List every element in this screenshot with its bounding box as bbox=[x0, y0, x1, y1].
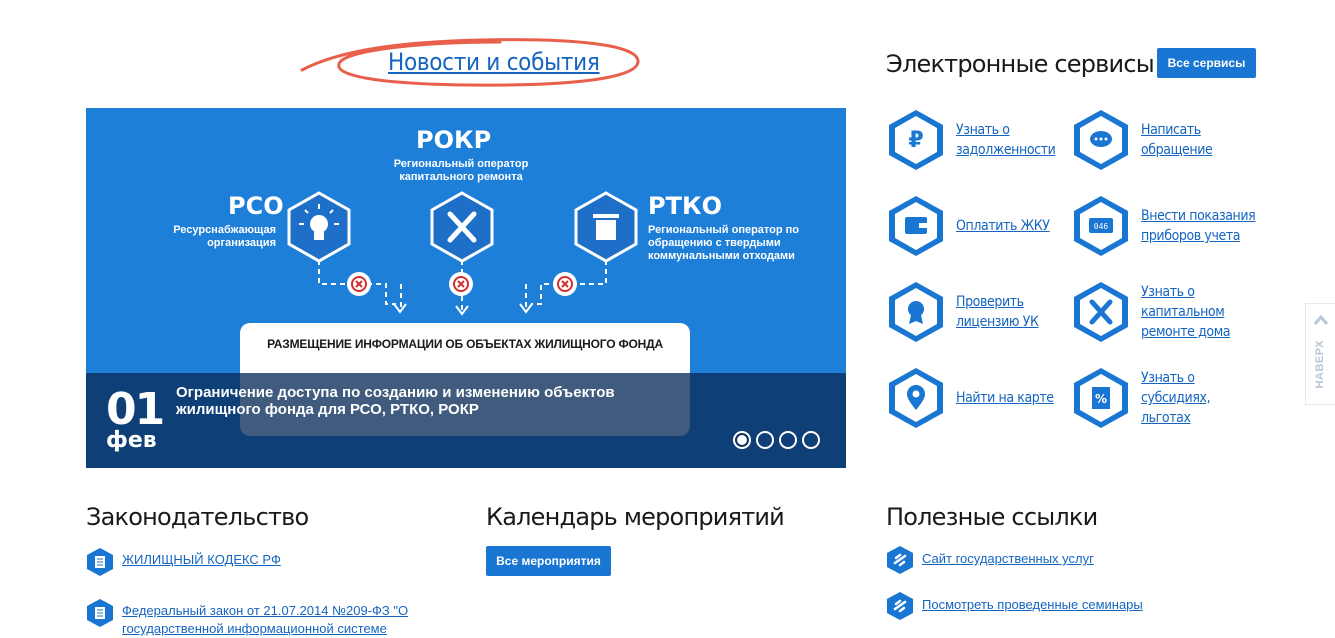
wallet-icon bbox=[889, 196, 943, 256]
useful-link-1[interactable]: Сайт государственных услуг bbox=[922, 545, 1094, 566]
svg-text:%: % bbox=[1095, 392, 1107, 406]
news-slider[interactable]: РОКР Региональный оператор капитального … bbox=[86, 108, 846, 468]
slide-caption[interactable]: Ограничение доступа по созданию и измене… bbox=[176, 384, 636, 418]
service-link[interactable]: Найти на карте bbox=[956, 388, 1054, 408]
service-item[interactable]: ₽ Узнать о задолженности bbox=[886, 108, 1071, 172]
service-link[interactable]: Узнать о капитальном ремонте дома bbox=[1141, 282, 1256, 342]
service-item[interactable]: % Узнать о субсидиях, льготах bbox=[1071, 366, 1256, 430]
service-item[interactable]: Оплатить ЖКУ bbox=[886, 194, 1071, 258]
info-box-title: РАЗМЕЩЕНИЕ ИНФОРМАЦИИ ОБ ОБЪЕКТАХ ЖИЛИЩН… bbox=[267, 337, 663, 351]
slider-pagination bbox=[733, 431, 820, 449]
document-icon bbox=[87, 599, 113, 627]
slider-dot-4[interactable] bbox=[802, 431, 820, 449]
service-link[interactable]: Оплатить ЖКУ bbox=[956, 216, 1050, 236]
document-icon bbox=[87, 548, 113, 576]
slider-dot-1[interactable] bbox=[733, 431, 751, 449]
services-grid: ₽ Узнать о задолженности Написать обращени… bbox=[886, 108, 1286, 430]
scroll-top-button[interactable]: НАВЕРХ bbox=[1305, 303, 1335, 405]
service-item[interactable]: Проверить лицензию УК bbox=[886, 280, 1071, 344]
slide-month: фев bbox=[106, 428, 157, 453]
legislation-item[interactable]: Федеральный закон от 21.07.2014 №209-ФЗ … bbox=[86, 598, 456, 638]
useful-link-2[interactable]: Посмотреть проведенные семинары bbox=[922, 591, 1143, 612]
meter-icon: 046 bbox=[1074, 196, 1128, 256]
useful-link-item[interactable]: Сайт государственных услуг bbox=[886, 545, 1094, 575]
service-item[interactable]: Найти на карте bbox=[886, 366, 1071, 430]
service-link[interactable]: Написать обращение bbox=[1141, 120, 1256, 160]
all-services-button[interactable]: Все сервисы bbox=[1157, 48, 1256, 78]
useful-link-item[interactable]: Посмотреть проведенные семинары bbox=[886, 591, 1143, 621]
tools-icon bbox=[1074, 282, 1128, 342]
link-icon bbox=[887, 592, 913, 620]
legislation-link-2[interactable]: Федеральный закон от 21.07.2014 №209-ФЗ … bbox=[122, 598, 456, 638]
rokr-title: РОКР bbox=[416, 126, 492, 154]
chevron-up-icon bbox=[1313, 314, 1329, 325]
map-pin-icon bbox=[889, 368, 943, 428]
rtko-subtitle: Региональный оператор по обращению с тве… bbox=[648, 224, 800, 262]
service-link[interactable]: Внести показания приборов учета bbox=[1141, 206, 1256, 246]
service-link[interactable]: Узнать о задолженности bbox=[956, 120, 1071, 160]
service-item[interactable]: Узнать о капитальном ремонте дома bbox=[1071, 280, 1256, 344]
rtko-title: РТКО bbox=[648, 192, 722, 220]
slider-dot-2[interactable] bbox=[756, 431, 774, 449]
legislation-item[interactable]: ЖИЛИЩНЫЙ КОДЕКС РФ bbox=[86, 547, 446, 577]
scroll-top-label: НАВЕРХ bbox=[1314, 340, 1326, 389]
ruble-icon: ₽ bbox=[889, 110, 943, 170]
rokr-subtitle: Региональный оператор капитального ремон… bbox=[393, 158, 529, 183]
all-events-button[interactable]: Все мероприятия bbox=[486, 546, 611, 576]
rso-title: РСО bbox=[228, 192, 284, 220]
service-item[interactable]: Написать обращение bbox=[1071, 108, 1256, 172]
svg-text:046: 046 bbox=[1094, 222, 1109, 231]
legislation-title: Законодательство bbox=[86, 503, 309, 531]
legislation-link-1[interactable]: ЖИЛИЩНЫЙ КОДЕКС РФ bbox=[122, 547, 281, 567]
service-link[interactable]: Проверить лицензию УК bbox=[956, 292, 1071, 332]
service-link[interactable]: Узнать о субсидиях, льготах bbox=[1141, 368, 1256, 428]
percent-ticket-icon: % bbox=[1074, 368, 1128, 428]
svg-text:₽: ₽ bbox=[908, 128, 923, 153]
news-title-link[interactable]: Новости и события bbox=[388, 48, 600, 76]
links-title: Полезные ссылки bbox=[886, 503, 1098, 531]
service-item[interactable]: 046 Внести показания приборов учета bbox=[1071, 194, 1256, 258]
rso-subtitle: Ресурснабжающая организация bbox=[173, 224, 276, 249]
link-icon bbox=[887, 546, 913, 574]
services-title: Электронные сервисы bbox=[886, 50, 1155, 78]
slider-dot-3[interactable] bbox=[779, 431, 797, 449]
certificate-icon bbox=[889, 282, 943, 342]
calendar-title: Календарь мероприятий bbox=[486, 503, 785, 531]
chat-icon bbox=[1074, 110, 1128, 170]
